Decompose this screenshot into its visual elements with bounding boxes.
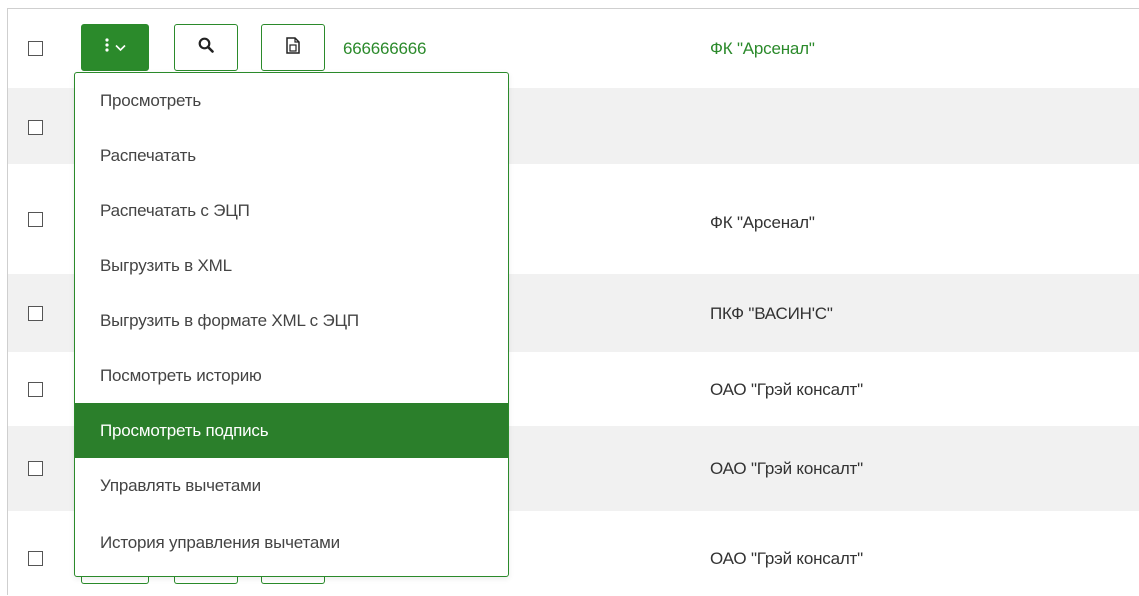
search-button[interactable] <box>174 24 238 71</box>
actions-dropdown-menu: Просмотреть Распечатать Распечатать с ЭЦ… <box>74 72 509 577</box>
row-organization: ПКФ "ВАСИН'С" <box>710 304 833 323</box>
row-checkbox[interactable] <box>28 382 43 397</box>
row-organization: ОАО "Грэй консалт" <box>710 549 863 568</box>
search-icon <box>198 37 214 58</box>
chevron-down-icon <box>114 39 126 57</box>
menu-item-print[interactable]: Распечатать <box>75 128 508 183</box>
menu-item-print-with-signature[interactable]: Распечатать с ЭЦП <box>75 183 508 238</box>
row-checkbox[interactable] <box>28 551 43 566</box>
menu-item-manage-deductions[interactable]: Управлять вычетами <box>75 458 508 513</box>
row-checkbox[interactable] <box>28 461 43 476</box>
menu-item-view-history[interactable]: Посмотреть историю <box>75 348 508 403</box>
menu-item-deductions-history[interactable]: История управления вычетами <box>75 513 508 573</box>
row-checkbox[interactable] <box>28 212 43 227</box>
menu-item-view[interactable]: Просмотреть <box>75 73 508 128</box>
menu-item-export-xml[interactable]: Выгрузить в XML <box>75 238 508 293</box>
actions-dropdown-button[interactable] <box>81 24 149 71</box>
row-checkbox[interactable] <box>28 120 43 135</box>
document-icon <box>286 36 300 59</box>
menu-item-export-xml-signature[interactable]: Выгрузить в формате XML с ЭЦП <box>75 293 508 348</box>
document-number-link[interactable]: 666666666 <box>343 39 426 59</box>
row-checkbox[interactable] <box>28 41 43 56</box>
row-organization: ОАО "Грэй консалт" <box>710 459 863 478</box>
document-button[interactable] <box>261 24 325 71</box>
row-checkbox[interactable] <box>28 306 43 321</box>
row-organization: ОАО "Грэй консалт" <box>710 380 863 399</box>
organization-link[interactable]: ФК "Арсенал" <box>710 39 815 59</box>
vertical-dots-icon <box>104 38 109 57</box>
row-organization: ФК "Арсенал" <box>710 213 815 232</box>
menu-item-view-signature[interactable]: Просмотреть подпись <box>75 403 508 458</box>
